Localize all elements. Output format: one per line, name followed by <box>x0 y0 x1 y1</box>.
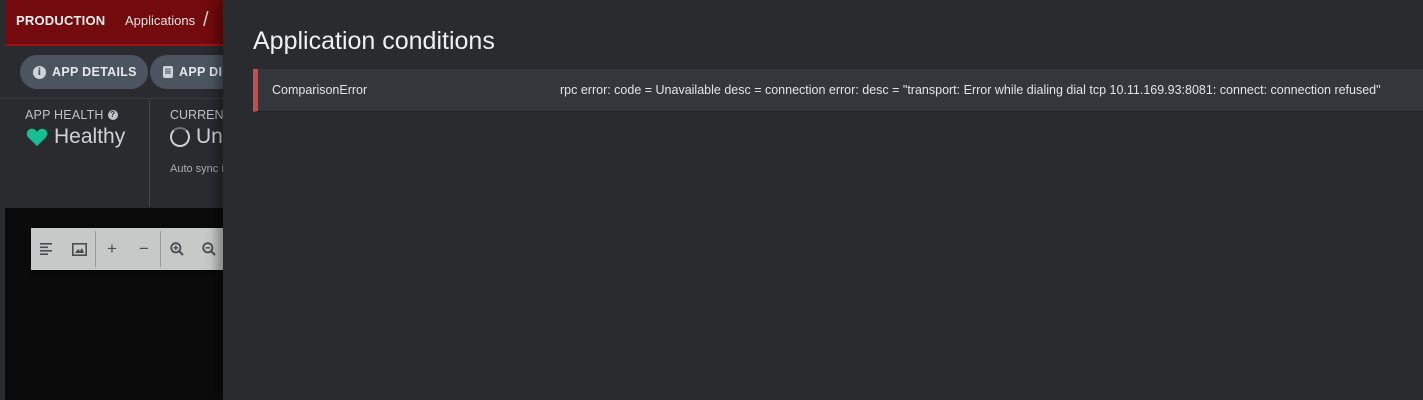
sync-status-label: CURRENT SYNC STATUS <box>170 108 223 122</box>
condition-type: ComparisonError <box>272 83 368 97</box>
auto-sync-text: Auto sync is enabled <box>170 163 223 175</box>
info-icon: i <box>33 65 46 79</box>
app-diff-button[interactable]: ≡ APP DIFF <box>150 55 223 89</box>
condition-row: ComparisonError rpc error: code = Unavai… <box>253 69 1423 112</box>
application-conditions-panel: Application conditions ComparisonError r… <box>223 0 1423 400</box>
action-buttons: i APP DETAILS ≡ APP DIFF <box>0 46 223 99</box>
heart-icon <box>26 128 48 147</box>
top-bar: PRODUCTION Applications / c <box>5 0 223 46</box>
background-app: PRODUCTION Applications / c i APP DETAIL… <box>0 0 223 400</box>
breadcrumb-separator: / <box>203 9 209 31</box>
fit-image-icon[interactable] <box>63 228 95 270</box>
panel-title: Application conditions <box>253 27 495 55</box>
breadcrumb-applications[interactable]: Applications <box>125 13 195 28</box>
environment-label: PRODUCTION <box>16 13 106 28</box>
app-details-label: APP DETAILS <box>52 65 137 79</box>
app-health-label: APP HEALTH <box>25 108 104 122</box>
app-details-button[interactable]: i APP DETAILS <box>20 55 148 89</box>
minus-icon[interactable]: − <box>128 228 160 270</box>
zoom-in-icon[interactable] <box>161 228 193 270</box>
app-health-value: Healthy <box>54 125 126 148</box>
app-diff-label: APP DIFF <box>179 65 223 79</box>
resource-tree-canvas[interactable]: + − <box>5 208 223 400</box>
zoom-out-icon[interactable] <box>193 228 223 270</box>
plus-icon[interactable]: + <box>96 228 128 270</box>
align-left-icon[interactable] <box>31 228 63 270</box>
app-health-section: APP HEALTH ? Healthy <box>25 108 125 149</box>
condition-message: rpc error: code = Unavailable desc = con… <box>560 83 1381 97</box>
graph-toolbar: + − <box>31 228 223 270</box>
help-icon[interactable]: ? <box>107 110 118 120</box>
status-divider <box>149 101 150 206</box>
sync-unknown-icon <box>170 127 190 147</box>
file-icon: ≡ <box>163 66 173 78</box>
sync-status-section: CURRENT SYNC STATUS Unknown Auto sync is… <box>170 108 223 175</box>
sync-status-value: Unknown <box>196 125 223 148</box>
